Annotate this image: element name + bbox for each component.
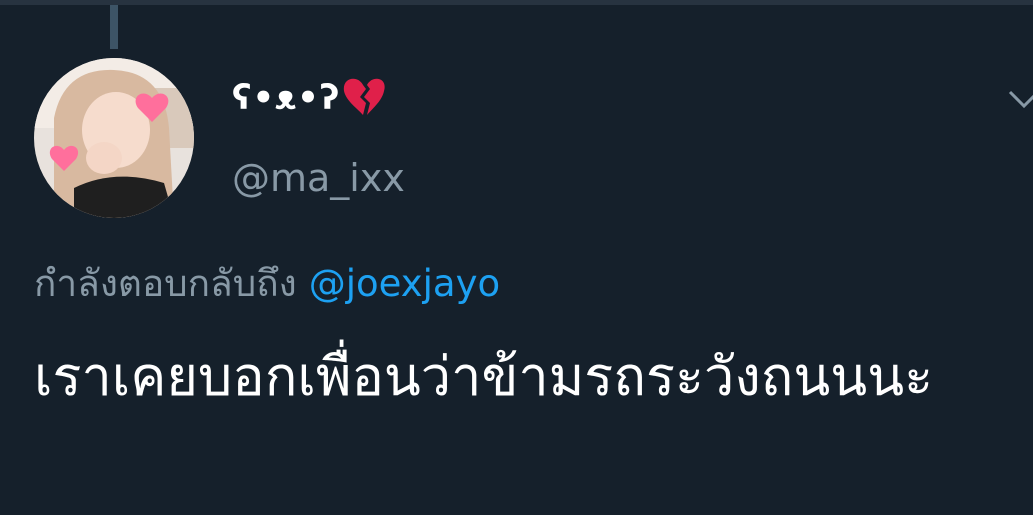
reply-context: กำลังตอบกลับถึง @joexjayo <box>34 258 500 310</box>
avatar-photo-icon <box>34 58 194 218</box>
avatar[interactable] <box>34 58 194 218</box>
display-name-text: ʕ•ᴥ•ʔ <box>232 78 341 118</box>
author-display-name[interactable]: ʕ•ᴥ•ʔ <box>232 72 386 132</box>
thread-connector-line <box>110 5 118 49</box>
chevron-down-icon[interactable] <box>1006 88 1033 110</box>
reply-mention-link[interactable]: @joexjayo <box>309 262 500 305</box>
reply-prefix: กำลังตอบกลับถึง <box>34 262 297 305</box>
tweet-text: เราเคยบอกเพื่อนว่าข้ามรถระวังถนนนะ <box>34 345 934 408</box>
broken-heart-icon <box>342 77 386 132</box>
author-handle[interactable]: @ma_ixx <box>232 152 405 204</box>
top-divider <box>0 0 1033 5</box>
